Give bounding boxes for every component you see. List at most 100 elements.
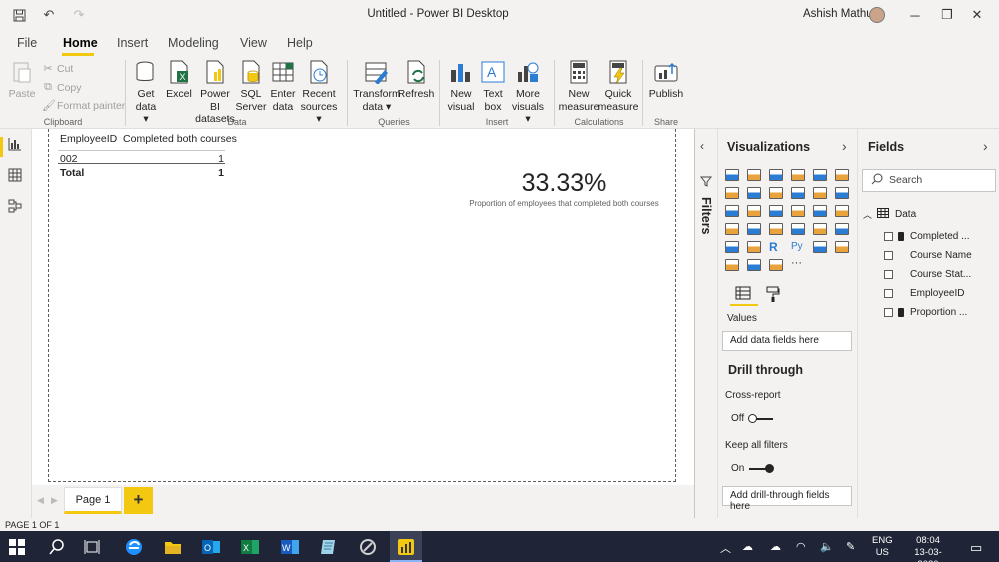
line-visual-icon[interactable]: [725, 187, 739, 199]
tab-view[interactable]: View: [240, 36, 267, 50]
notification-icon[interactable]: ▭: [970, 540, 982, 556]
slicer-visual-icon[interactable]: [725, 241, 739, 253]
sql-server-button[interactable]: SQL Server: [236, 59, 266, 113]
python-visual-visual-icon[interactable]: Py: [791, 241, 805, 253]
table-node-data[interactable]: ︿ Data: [863, 208, 916, 221]
filters-label[interactable]: Filters: [699, 197, 713, 235]
chevron-right-icon[interactable]: ›: [842, 138, 847, 154]
page-next-icon[interactable]: ▶: [51, 495, 58, 506]
gauge-visual-icon[interactable]: [769, 223, 783, 235]
excel-button[interactable]: X Excel: [166, 59, 192, 101]
stacked-column-visual-icon[interactable]: [747, 169, 761, 181]
filled-map-visual-icon[interactable]: [747, 223, 761, 235]
search-icon[interactable]: [49, 537, 69, 557]
user-name[interactable]: Ashish Mathur: [803, 8, 877, 20]
key-influencers-visual-icon[interactable]: [813, 241, 827, 253]
100-bar-visual-icon[interactable]: [813, 169, 827, 181]
ribbon-visual-icon[interactable]: [835, 187, 849, 199]
column-header-completed[interactable]: Completed both courses: [123, 133, 237, 145]
treemap-visual-icon[interactable]: [835, 205, 849, 217]
field-item[interactable]: Course Stat...: [884, 269, 971, 280]
drill-through-drop-well[interactable]: Add drill-through fields here: [722, 486, 852, 512]
model-view-icon[interactable]: [8, 199, 24, 215]
more-visuals-button[interactable]: More visuals ▾: [508, 59, 548, 126]
card-visual-icon[interactable]: [791, 223, 805, 235]
tab-insert[interactable]: Insert: [117, 36, 148, 50]
restore-button[interactable]: ❐: [932, 4, 962, 26]
field-item[interactable]: Course Name: [884, 250, 972, 261]
close-button[interactable]: ✕: [962, 4, 992, 26]
qa-visual-icon[interactable]: [725, 259, 739, 271]
scatter-visual-icon[interactable]: [769, 205, 783, 217]
cloud-icon[interactable]: ☁: [742, 540, 753, 553]
clustered-column-visual-icon[interactable]: [791, 169, 805, 181]
edge-browser-icon[interactable]: [124, 537, 144, 557]
funnel-visual-icon[interactable]: [747, 205, 761, 217]
chevron-right-icon[interactable]: ›: [983, 138, 988, 154]
more-visual-icon[interactable]: ···: [791, 258, 805, 271]
chevron-up-icon[interactable]: ︿: [863, 208, 872, 221]
quick-measure-button[interactable]: Quick measure: [598, 59, 638, 113]
data-view-icon[interactable]: [8, 168, 24, 184]
donut-visual-icon[interactable]: [813, 205, 827, 217]
waterfall-visual-icon[interactable]: [725, 205, 739, 217]
excel-app-icon[interactable]: X: [240, 537, 260, 557]
fields-tab-icon[interactable]: [735, 286, 751, 300]
add-page-button[interactable]: +: [124, 487, 153, 514]
clustered-bar-visual-icon[interactable]: [769, 169, 783, 181]
100-column-visual-icon[interactable]: [835, 169, 849, 181]
chevron-left-icon[interactable]: ‹: [700, 139, 704, 153]
task-view-icon[interactable]: [84, 537, 104, 557]
r-visual-visual-icon[interactable]: R: [769, 241, 783, 253]
refresh-button[interactable]: Refresh: [398, 59, 434, 101]
line-clustered-visual-icon[interactable]: [813, 187, 827, 199]
field-checkbox[interactable]: [884, 232, 893, 241]
minimize-button[interactable]: ─: [900, 4, 930, 26]
field-checkbox[interactable]: [884, 308, 893, 317]
tab-file[interactable]: File: [17, 36, 37, 50]
volume-icon[interactable]: 🔈: [820, 540, 834, 553]
get-data-button[interactable]: Get data ▾: [132, 59, 160, 126]
field-checkbox[interactable]: [884, 251, 893, 260]
enter-data-button[interactable]: Enter data: [269, 59, 297, 113]
word-app-icon[interactable]: W: [280, 537, 300, 557]
field-item[interactable]: Proportion ...: [884, 307, 967, 318]
page-tab-1[interactable]: Page 1: [64, 487, 122, 514]
windows-start-icon[interactable]: [9, 537, 29, 557]
pinned-app-icon[interactable]: [358, 537, 378, 557]
line-column-visual-icon[interactable]: [791, 187, 805, 199]
recent-sources-button[interactable]: Recent sources ▾: [299, 59, 339, 126]
field-checkbox[interactable]: [884, 289, 893, 298]
field-item[interactable]: Completed ...: [884, 231, 969, 242]
tab-home[interactable]: Home: [63, 36, 98, 50]
power-bi-datasets-button[interactable]: Power BI datasets: [195, 59, 235, 126]
onedrive-icon[interactable]: ☁: [770, 540, 781, 553]
new-measure-button[interactable]: New measure: [559, 59, 599, 113]
table-visual-icon[interactable]: [747, 241, 761, 253]
page-prev-icon[interactable]: ◀: [37, 495, 44, 506]
new-visual-button[interactable]: New visual: [447, 59, 475, 113]
power-bi-taskbar-button[interactable]: [390, 531, 422, 562]
column-header-employeeid[interactable]: EmployeeID: [60, 133, 117, 145]
keep-filters-toggle[interactable]: On: [731, 463, 775, 474]
kpi-visual-icon[interactable]: [835, 223, 849, 235]
stacked-area-visual-icon[interactable]: [769, 187, 783, 199]
arcgis-visual-icon[interactable]: [747, 259, 761, 271]
publish-button[interactable]: Publish: [649, 59, 683, 101]
cross-report-toggle[interactable]: Off: [731, 413, 774, 424]
clock[interactable]: 08:04 13-03-2020: [906, 535, 950, 562]
map-visual-icon[interactable]: [725, 223, 739, 235]
power-apps-visual-icon[interactable]: [769, 259, 783, 271]
outlook-icon[interactable]: O: [201, 537, 221, 557]
pen-icon[interactable]: ✎: [846, 540, 855, 553]
pie-visual-icon[interactable]: [791, 205, 805, 217]
text-box-button[interactable]: A Text box: [479, 59, 507, 113]
notepad-app-icon[interactable]: [319, 537, 339, 557]
decomp-tree-visual-icon[interactable]: [835, 241, 849, 253]
values-drop-well[interactable]: Add data fields here: [722, 331, 852, 351]
field-item[interactable]: EmployeeID: [884, 288, 964, 299]
tab-modeling[interactable]: Modeling: [168, 36, 219, 50]
area-visual-icon[interactable]: [747, 187, 761, 199]
format-paint-roller-icon[interactable]: [766, 286, 782, 302]
stacked-bar-visual-icon[interactable]: [725, 169, 739, 181]
